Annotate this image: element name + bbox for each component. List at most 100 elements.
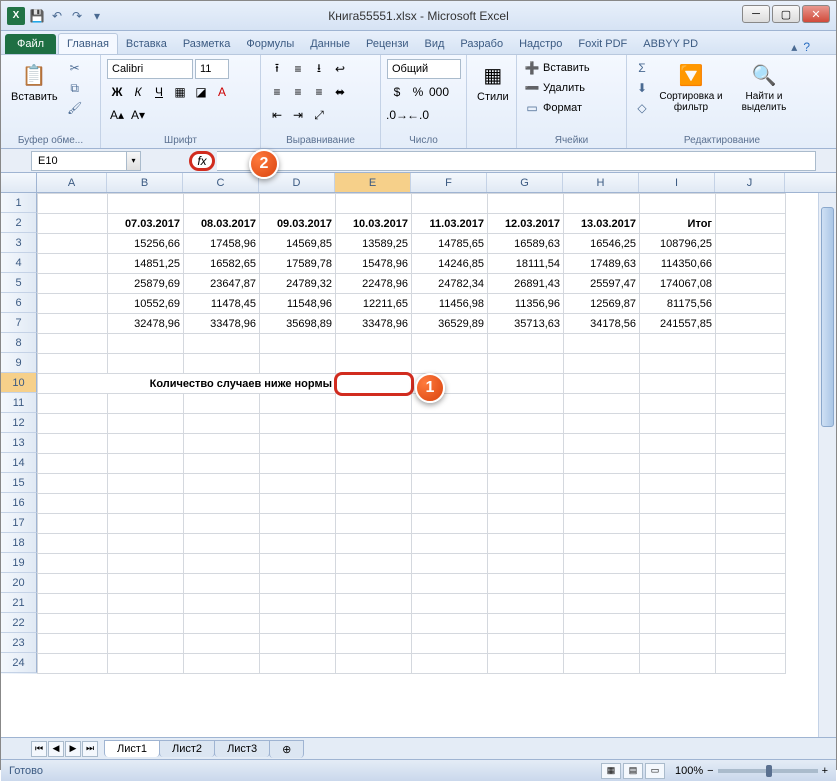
tab-data[interactable]: Данные xyxy=(302,34,358,54)
cell[interactable] xyxy=(564,654,640,674)
row-header[interactable]: 1 xyxy=(1,193,37,213)
cell[interactable] xyxy=(564,514,640,534)
sheet-tab-2[interactable]: Лист2 xyxy=(159,740,215,757)
cell[interactable] xyxy=(716,534,786,554)
clear-icon[interactable]: ◇ xyxy=(633,99,651,117)
insert-cells-icon[interactable]: ➕ xyxy=(523,59,541,77)
cell[interactable] xyxy=(412,454,488,474)
row-header[interactable]: 15 xyxy=(1,473,37,493)
cell[interactable]: 12.03.2017 xyxy=(488,214,564,234)
row-header[interactable]: 2 xyxy=(1,213,37,233)
font-name-select[interactable] xyxy=(107,59,193,79)
cell[interactable] xyxy=(640,494,716,514)
cell[interactable] xyxy=(488,534,564,554)
cell[interactable] xyxy=(640,414,716,434)
cell[interactable] xyxy=(260,474,336,494)
sheet-tab-active[interactable]: Лист1 xyxy=(104,740,160,757)
cell[interactable]: 14246,85 xyxy=(412,254,488,274)
cell[interactable] xyxy=(564,494,640,514)
cell[interactable] xyxy=(412,574,488,594)
row-header[interactable]: 22 xyxy=(1,613,37,633)
tab-layout[interactable]: Разметка xyxy=(175,34,239,54)
copy-icon[interactable]: ⧉ xyxy=(66,79,84,97)
cell[interactable] xyxy=(716,354,786,374)
cell[interactable] xyxy=(184,574,260,594)
cell[interactable] xyxy=(184,534,260,554)
cell[interactable] xyxy=(488,634,564,654)
decrease-decimal-icon[interactable]: ←.0 xyxy=(408,105,428,125)
cell[interactable] xyxy=(488,554,564,574)
help-icon[interactable]: ? xyxy=(803,40,810,54)
row-header[interactable]: 10 xyxy=(1,373,37,393)
cell[interactable] xyxy=(640,594,716,614)
cell[interactable] xyxy=(108,434,184,454)
cell[interactable] xyxy=(108,454,184,474)
cell[interactable] xyxy=(716,514,786,534)
cell[interactable] xyxy=(564,354,640,374)
cell[interactable]: Магазин 3 xyxy=(38,274,108,294)
cell[interactable] xyxy=(184,354,260,374)
cell[interactable] xyxy=(716,274,786,294)
cell[interactable] xyxy=(38,534,108,554)
cell[interactable] xyxy=(108,414,184,434)
cell[interactable] xyxy=(184,494,260,514)
cell[interactable] xyxy=(716,574,786,594)
cell[interactable] xyxy=(564,574,640,594)
cell[interactable] xyxy=(260,354,336,374)
cell[interactable] xyxy=(716,654,786,674)
cell[interactable] xyxy=(336,414,412,434)
cell[interactable] xyxy=(412,434,488,454)
fill-color-button[interactable]: ◪ xyxy=(191,82,211,102)
cut-icon[interactable]: ✂ xyxy=(66,59,84,77)
cell[interactable] xyxy=(108,354,184,374)
column-header[interactable]: F xyxy=(411,173,487,192)
cell[interactable] xyxy=(488,654,564,674)
cell[interactable] xyxy=(564,334,640,354)
cell[interactable] xyxy=(336,514,412,534)
cell[interactable] xyxy=(108,574,184,594)
cell[interactable]: 14785,65 xyxy=(412,234,488,254)
cells-table[interactable]: 07.03.201708.03.201709.03.201710.03.2017… xyxy=(37,193,786,674)
cell[interactable] xyxy=(38,434,108,454)
cell[interactable]: 08.03.2017 xyxy=(184,214,260,234)
row-header[interactable]: 9 xyxy=(1,353,37,373)
cell[interactable]: 33478,96 xyxy=(336,314,412,334)
align-bottom-icon[interactable]: ⭳ xyxy=(309,59,329,79)
cell[interactable] xyxy=(108,654,184,674)
cell[interactable] xyxy=(260,574,336,594)
cell[interactable]: 17589,78 xyxy=(260,254,336,274)
close-button[interactable]: ✕ xyxy=(802,5,830,23)
format-label[interactable]: Формат xyxy=(543,102,582,114)
name-box[interactable]: E10 xyxy=(31,151,127,171)
zoom-in-button[interactable]: + xyxy=(822,765,828,777)
zoom-slider[interactable] xyxy=(718,769,818,773)
cell[interactable] xyxy=(412,614,488,634)
cell[interactable]: 108796,25 xyxy=(640,234,716,254)
select-all-corner[interactable] xyxy=(1,173,37,192)
cell[interactable] xyxy=(38,334,108,354)
minimize-button[interactable]: ─ xyxy=(742,5,770,23)
cell[interactable] xyxy=(38,654,108,674)
cell[interactable] xyxy=(564,474,640,494)
cell[interactable] xyxy=(260,414,336,434)
cell[interactable] xyxy=(108,554,184,574)
cell[interactable] xyxy=(108,514,184,534)
autosum-icon[interactable]: Σ xyxy=(633,59,651,77)
column-header[interactable]: I xyxy=(639,173,715,192)
cell[interactable]: 24782,34 xyxy=(412,274,488,294)
cell[interactable]: 11.03.2017 xyxy=(412,214,488,234)
indent-decrease-icon[interactable]: ⇤ xyxy=(267,105,287,125)
cell[interactable] xyxy=(184,454,260,474)
cell[interactable] xyxy=(260,194,336,214)
cell[interactable]: 13.03.2017 xyxy=(564,214,640,234)
cell[interactable]: 07.03.2017 xyxy=(108,214,184,234)
cell[interactable] xyxy=(336,634,412,654)
cell[interactable] xyxy=(184,654,260,674)
cell[interactable] xyxy=(38,614,108,634)
cell[interactable]: 14851,25 xyxy=(108,254,184,274)
cell[interactable] xyxy=(564,614,640,634)
column-header[interactable]: H xyxy=(563,173,639,192)
cell[interactable] xyxy=(716,614,786,634)
cell[interactable] xyxy=(260,654,336,674)
cell[interactable] xyxy=(412,494,488,514)
